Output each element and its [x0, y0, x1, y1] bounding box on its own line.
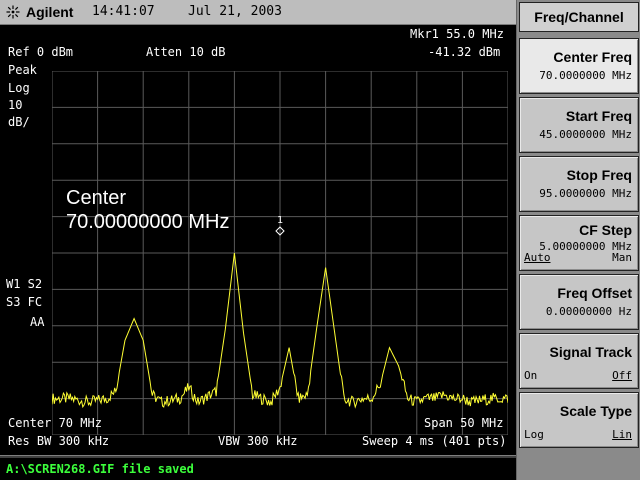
trace-annot-1: W1 S2 — [6, 277, 43, 291]
center-frequency: Center 70 MHz — [8, 416, 102, 430]
spectrum-plot: 1 — [52, 71, 508, 435]
softkey-option-off: Off — [612, 369, 632, 382]
video-bandwidth: VBW 300 kHz — [218, 434, 298, 448]
marker-readout-value: -41.32 dBm — [428, 45, 501, 59]
marker-readout-label: Mkr1 55.0 MHz — [410, 27, 504, 41]
trace-annot-2: S3 FC — [6, 295, 43, 309]
marker-number: 1 — [277, 215, 283, 226]
brand-name: Agilent — [26, 4, 74, 20]
softkey-label: Stop Freq — [566, 167, 632, 183]
softkey-label: Scale Type — [559, 403, 632, 419]
softkey-cf-step[interactable]: CF Step 5.00000000 MHz Auto Man — [519, 215, 639, 271]
sweep-time: Sweep 4 ms (401 pts) — [362, 434, 507, 448]
softkey-option-log: Log — [524, 428, 544, 441]
softkey-option-auto: Auto — [524, 251, 551, 264]
softkey-value: 45.0000000 MHz — [539, 128, 632, 141]
softkey-freq-offset[interactable]: Freq Offset 0.00000000 Hz — [519, 274, 639, 330]
scale-type: Log — [8, 81, 30, 95]
center-annotation-title: Center — [66, 187, 127, 209]
softkey-stop-freq[interactable]: Stop Freq 95.0000000 MHz — [519, 156, 639, 212]
softkey-label: Signal Track — [549, 344, 632, 360]
trace-annot-3: AA — [30, 315, 45, 329]
spectrum-svg: 1 — [52, 71, 508, 435]
softkey-label: Freq Offset — [557, 285, 632, 301]
softkey-label: Center Freq — [553, 49, 632, 65]
scale-unit: dB/ — [8, 115, 30, 129]
status-bar: A:\SCREN268.GIF file saved — [0, 456, 516, 480]
softkey-value: 70.0000000 MHz — [539, 69, 632, 82]
brand: Agilent — [6, 3, 73, 21]
detector: Peak — [8, 63, 37, 77]
softkey-panel: Freq/Channel Center Freq 70.0000000 MHz … — [516, 0, 640, 480]
status-message: A:\SCREN268.GIF file saved — [6, 462, 194, 476]
softkey-option-on: On — [524, 369, 538, 382]
analyzer-screen: Agilent 14:41:07 Jul 21, 2003 Mkr1 55.0 … — [0, 0, 640, 480]
softkey-start-freq[interactable]: Start Freq 45.0000000 MHz — [519, 97, 639, 153]
center-annotation-value: 70.00000000 MHz — [66, 211, 230, 233]
display-area: Mkr1 55.0 MHz Ref 0 dBm Atten 10 dB -41.… — [0, 25, 516, 455]
ref-level: Ref 0 dBm — [8, 45, 74, 59]
softkey-option-man: Man — [612, 251, 632, 264]
softkey-scale-type[interactable]: Scale Type Log Lin — [519, 392, 639, 448]
agilent-logo-icon — [6, 5, 20, 19]
title-bar: Agilent 14:41:07 Jul 21, 2003 — [0, 0, 516, 25]
softkey-center-freq[interactable]: Center Freq 70.0000000 MHz — [519, 38, 639, 94]
softkey-label: CF Step — [579, 222, 632, 238]
softkey-value: 0.00000000 Hz — [545, 305, 632, 318]
scale-div: 10 — [8, 98, 23, 112]
span: Span 50 MHz — [424, 416, 504, 430]
clock-time: 14:41:07 — [92, 4, 155, 19]
resolution-bandwidth: Res BW 300 kHz — [8, 434, 110, 448]
clock-date: Jul 21, 2003 — [188, 4, 282, 19]
menu-title: Freq/Channel — [519, 2, 639, 32]
softkey-value: 95.0000000 MHz — [539, 187, 632, 200]
softkey-signal-track[interactable]: Signal Track On Off — [519, 333, 639, 389]
softkey-label: Start Freq — [565, 108, 632, 124]
attenuation: Atten 10 dB — [146, 45, 226, 59]
softkey-option-lin: Lin — [612, 428, 632, 441]
